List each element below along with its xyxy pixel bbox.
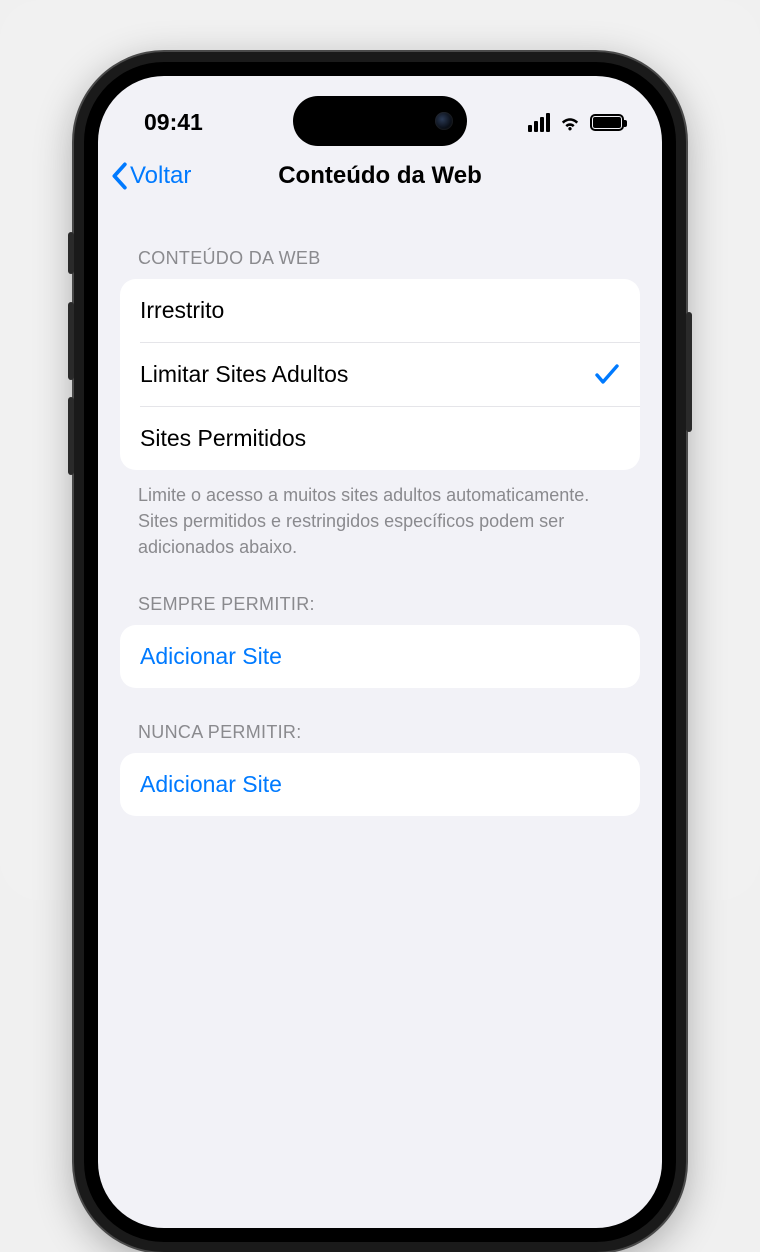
volume-up-button [68,302,74,380]
back-label: Voltar [130,162,191,190]
front-camera-icon [435,112,453,130]
battery-icon [590,114,624,131]
add-site-label: Adicionar Site [140,643,282,670]
option-unrestricted[interactable]: Irrestrito [120,279,640,342]
device-frame: 09:41 [74,52,686,1252]
option-label: Sites Permitidos [140,425,306,452]
dynamic-island [293,96,467,146]
nav-bar: Voltar Conteúdo da Web [98,146,662,206]
chevron-left-icon [110,162,128,190]
mute-switch [68,232,74,274]
power-button [686,312,692,432]
page-title: Conteúdo da Web [278,162,482,190]
volume-down-button [68,397,74,475]
wifi-icon [558,113,582,131]
option-allowed-only[interactable]: Sites Permitidos [140,406,640,470]
section-footer-web: Limite o acesso a muitos sites adultos a… [120,470,640,560]
option-limit-adult[interactable]: Limitar Sites Adultos [140,342,640,406]
add-site-allow-button[interactable]: Adicionar Site [120,625,640,688]
status-time: 09:41 [144,109,203,136]
add-site-never-button[interactable]: Adicionar Site [120,753,640,816]
section-header-never: NUNCA PERMITIR: [120,688,640,753]
section-header-web: CONTEÚDO DA WEB [120,224,640,279]
always-allow-group: Adicionar Site [120,625,640,688]
cellular-icon [528,113,550,132]
section-header-allow: SEMPRE PERMITIR: [120,560,640,625]
back-button[interactable]: Voltar [110,162,191,190]
web-content-group: Irrestrito Limitar Sites Adultos Sites P… [120,279,640,470]
never-allow-group: Adicionar Site [120,753,640,816]
checkmark-icon [594,363,620,387]
option-label: Irrestrito [140,297,224,324]
screen: 09:41 [98,76,662,1228]
option-label: Limitar Sites Adultos [140,361,348,388]
add-site-label: Adicionar Site [140,771,282,798]
